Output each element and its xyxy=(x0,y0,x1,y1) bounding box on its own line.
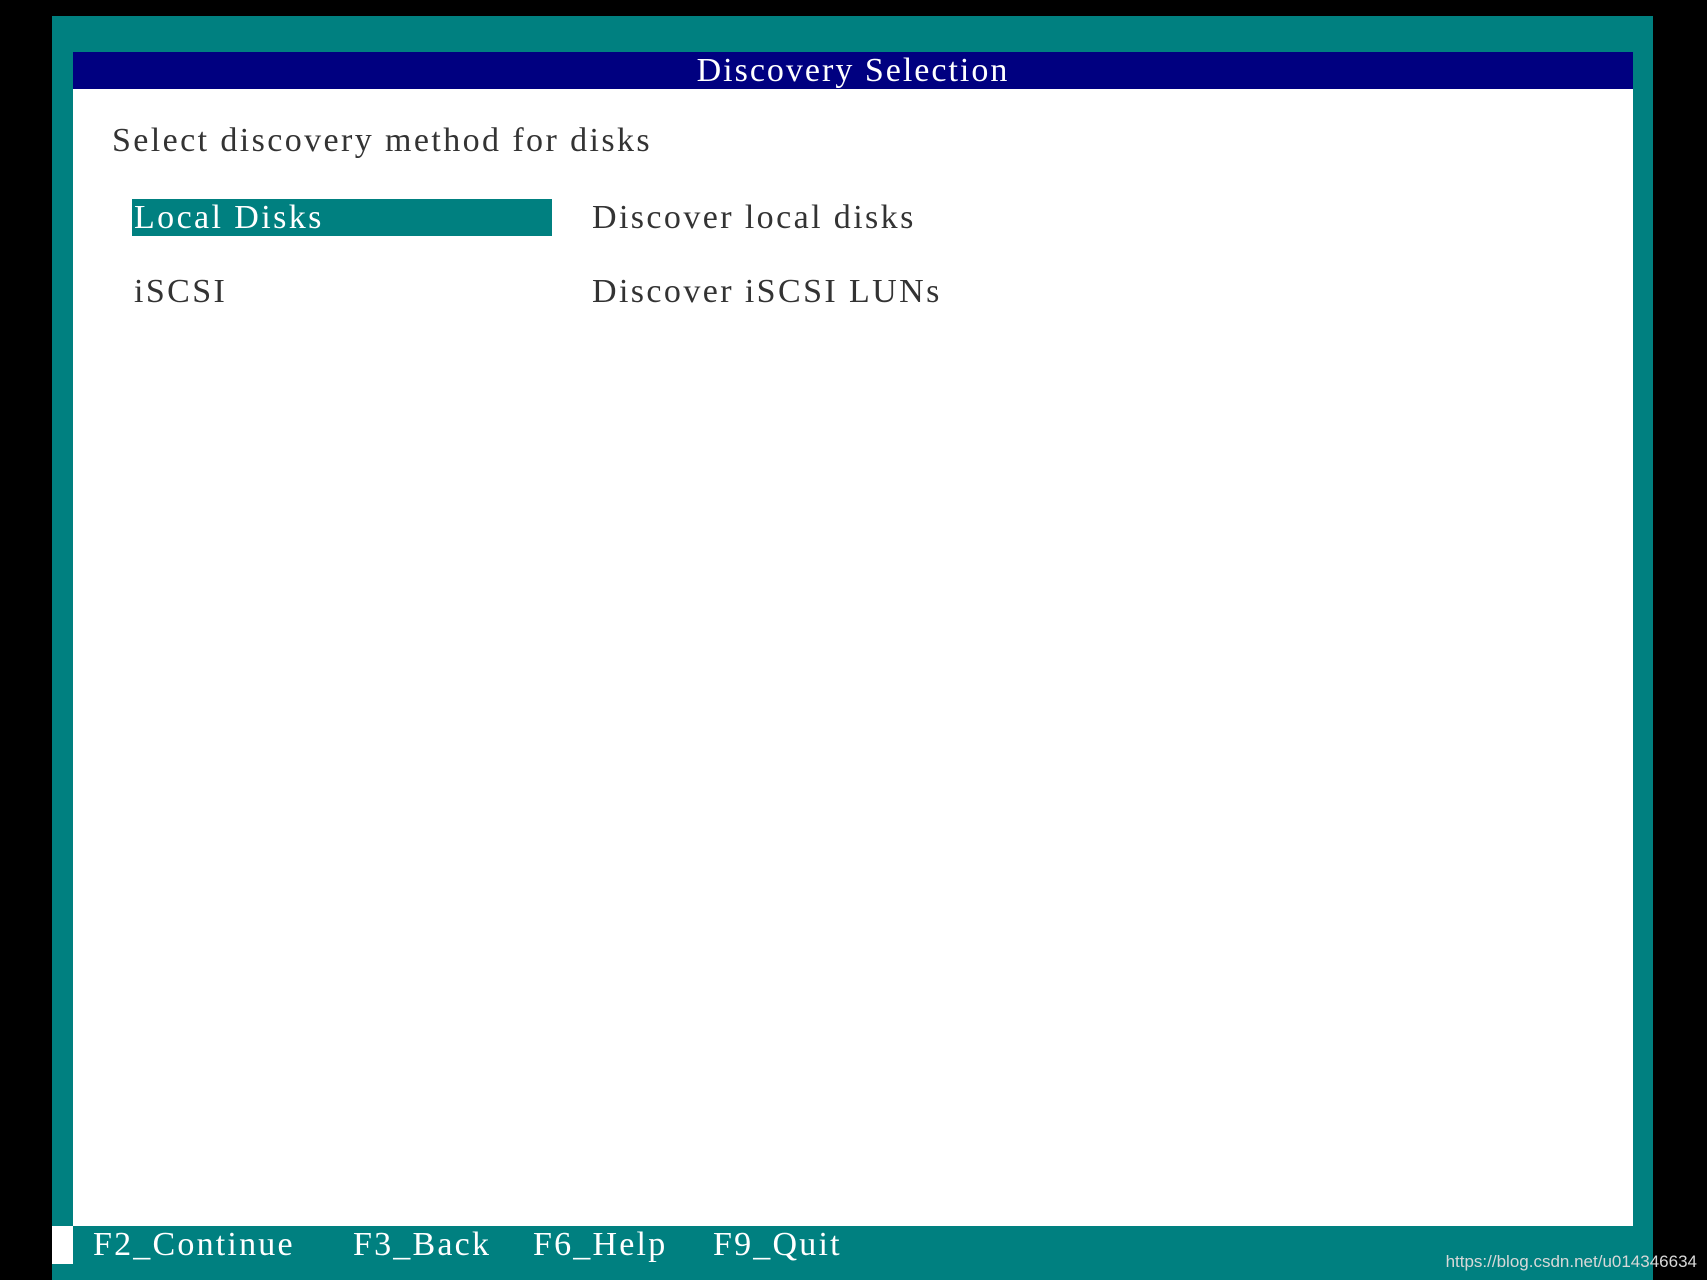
option-local-disks[interactable]: Local Disks xyxy=(132,199,552,236)
discovery-selection-dialog: Discovery Selection Select discovery met… xyxy=(73,52,1633,1226)
f6-help-key[interactable]: F6_Help xyxy=(533,1226,667,1264)
f9-quit-key[interactable]: F9_Quit xyxy=(713,1226,842,1264)
f3-back-key[interactable]: F3_Back xyxy=(353,1226,491,1264)
option-label: iSCSI xyxy=(134,273,228,310)
dialog-title: Discovery Selection xyxy=(73,52,1633,89)
option-label: Local Disks xyxy=(134,199,324,236)
option-iscsi[interactable]: iSCSI xyxy=(132,273,552,310)
option-description: Discover iSCSI LUNs xyxy=(592,273,942,310)
prompt-text: Select discovery method for disks xyxy=(112,122,652,159)
watermark-text: https://blog.csdn.net/u014346634 xyxy=(1445,1252,1697,1271)
cursor-block xyxy=(52,1226,73,1264)
f2-continue-key[interactable]: F2_Continue xyxy=(93,1226,295,1264)
option-description: Discover local disks xyxy=(592,199,916,236)
